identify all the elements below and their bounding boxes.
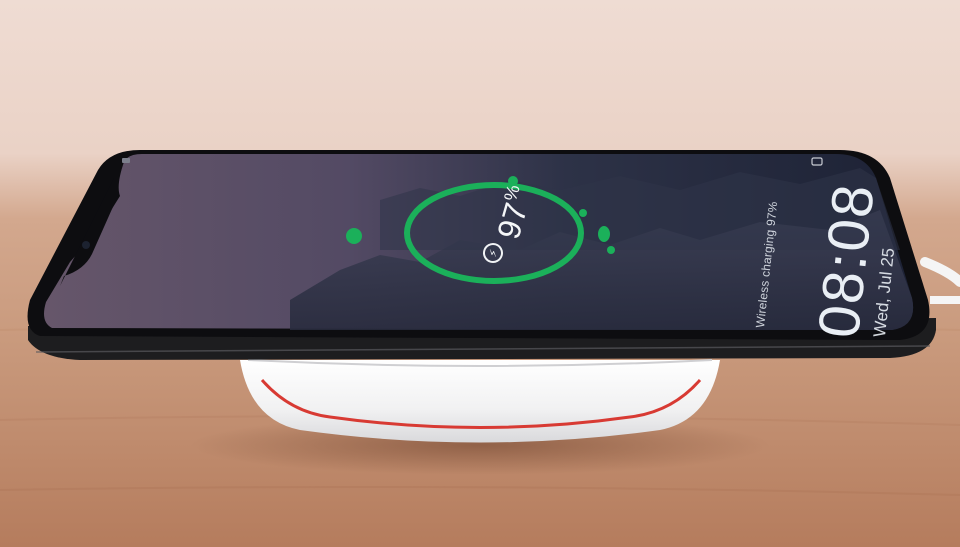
phone — [27, 150, 936, 360]
front-camera — [82, 241, 90, 249]
wireless-charger — [240, 359, 720, 443]
